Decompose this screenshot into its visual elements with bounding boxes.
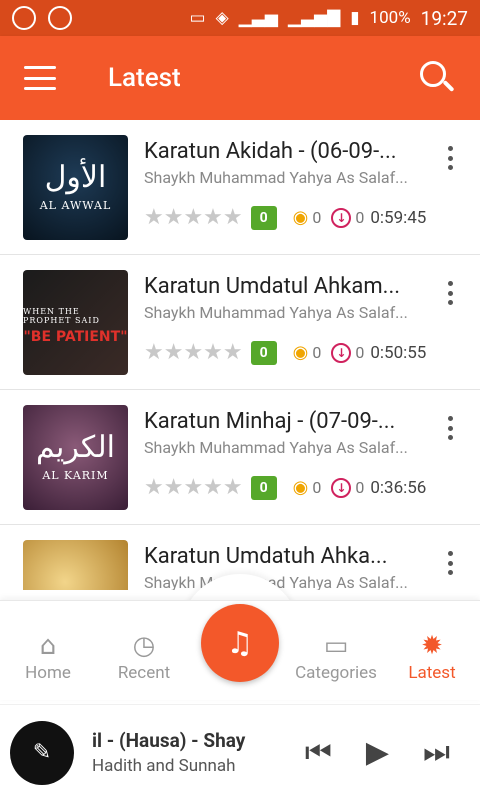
item-title: Karatun Minhaj - (07-09-... (144, 409, 396, 434)
rating-badge: 0 (250, 205, 277, 230)
aperture-icon (12, 6, 36, 30)
thumbnail: الكريم AL KARIM (23, 405, 128, 510)
menu-icon[interactable] (24, 66, 56, 90)
more-options-icon[interactable] (448, 281, 454, 305)
thumbnail: WHEN THE PROPHET SAID "BE PATIENT" (23, 270, 128, 375)
item-author: Shaykh Muhammad Yahya As Salaf... (144, 573, 408, 590)
download-icon[interactable]: ↓ (331, 342, 352, 363)
previous-icon[interactable]: ⏮ (305, 735, 332, 770)
nav-latest[interactable]: ✹ Latest (384, 601, 480, 700)
signal-icon: ▁▃▅ (238, 8, 278, 28)
item-author: Shaykh Muhammad Yahya As Salaf... (144, 168, 408, 187)
pattern-icon (48, 6, 72, 30)
next-icon[interactable]: ⏭ (423, 735, 450, 770)
more-options-icon[interactable] (448, 551, 454, 575)
downloads-count: 0 (355, 208, 365, 227)
battery-level: 100% (369, 8, 411, 28)
downloads-count: 0 (355, 343, 365, 362)
cast-icon: ▭ (189, 8, 206, 28)
wifi-icon: ◈ (215, 8, 229, 28)
duration: 0:36:56 (370, 477, 427, 498)
folder-icon: ▭ (323, 630, 349, 661)
more-options-icon[interactable] (448, 416, 454, 440)
rating-badge: 0 (250, 475, 277, 500)
views-count: 0 (312, 208, 322, 227)
rating-stars[interactable]: ★★★★★ (144, 205, 243, 230)
list-item[interactable]: الكريم AL KARIM Karatun Minhaj - (07-09-… (0, 390, 480, 525)
thumbnail (23, 540, 128, 590)
music-library-icon: ♫ (226, 625, 254, 661)
player-artwork: ✎ (10, 720, 74, 785)
views-count: 0 (312, 478, 322, 497)
home-icon: ⌂ (39, 630, 57, 661)
nav-latest-label: Latest (408, 662, 456, 683)
nav-recent-label: Recent (117, 662, 171, 683)
item-title: Karatun Akidah - (06-09-... (144, 139, 397, 164)
status-bar: ▭ ◈ ▁▃▅ ▁▃▅▇ ▮ 100% 19:27 (0, 0, 480, 36)
nav-categories-label: Categories (295, 662, 377, 683)
thumbnail: الأول AL AWWAL (23, 135, 128, 240)
mini-player[interactable]: ✎ il - (Hausa) - Shay Hadith and Sunnah … (0, 704, 480, 800)
player-subtitle: Hadith and Sunnah (92, 756, 236, 776)
signal-icon: ▁▃▅▇ (287, 8, 341, 28)
item-title: Karatun Umdatuh Ahka... (144, 544, 388, 569)
views-count: 0 (312, 343, 322, 362)
more-options-icon[interactable] (448, 146, 454, 170)
duration: 0:50:55 (370, 342, 427, 363)
rating-stars[interactable]: ★★★★★ (144, 340, 243, 365)
music-library-button[interactable]: ♫ (201, 604, 279, 682)
download-icon[interactable]: ↓ (331, 207, 352, 228)
nav-home[interactable]: ⌂ Home (0, 601, 96, 700)
app-bar: Latest (0, 36, 480, 120)
download-icon[interactable]: ↓ (331, 477, 352, 498)
item-title: Karatun Umdatul Ahkam... (144, 274, 401, 299)
alert-badge-icon: ✹ (421, 630, 443, 661)
list-item[interactable]: WHEN THE PROPHET SAID "BE PATIENT" Karat… (0, 255, 480, 390)
item-author: Shaykh Muhammad Yahya As Salaf... (144, 303, 408, 322)
rating-stars[interactable]: ★★★★★ (144, 475, 243, 500)
downloads-count: 0 (355, 478, 365, 497)
player-title: il - (Hausa) - Shay (92, 729, 246, 752)
lecture-list: الأول AL AWWAL Karatun Akidah - (06-09-.… (0, 120, 480, 590)
nav-recent[interactable]: ◷ Recent (96, 601, 192, 700)
battery-icon: ▮ (350, 8, 360, 28)
clock: 19:27 (420, 6, 468, 30)
nav-home-label: Home (25, 662, 71, 683)
eye-icon: ◉ (292, 207, 309, 228)
eye-icon: ◉ (292, 477, 309, 498)
list-item[interactable]: الأول AL AWWAL Karatun Akidah - (06-09-.… (0, 120, 480, 255)
item-author: Shaykh Muhammad Yahya As Salaf... (144, 438, 408, 457)
page-title: Latest (108, 63, 181, 93)
history-icon: ◷ (132, 630, 156, 661)
eye-icon: ◉ (292, 342, 309, 363)
duration: 0:59:45 (370, 207, 427, 228)
nav-categories[interactable]: ▭ Categories (288, 601, 384, 700)
rating-badge: 0 (250, 340, 277, 365)
search-icon[interactable] (418, 59, 456, 97)
play-icon[interactable]: ▶ (366, 735, 389, 770)
